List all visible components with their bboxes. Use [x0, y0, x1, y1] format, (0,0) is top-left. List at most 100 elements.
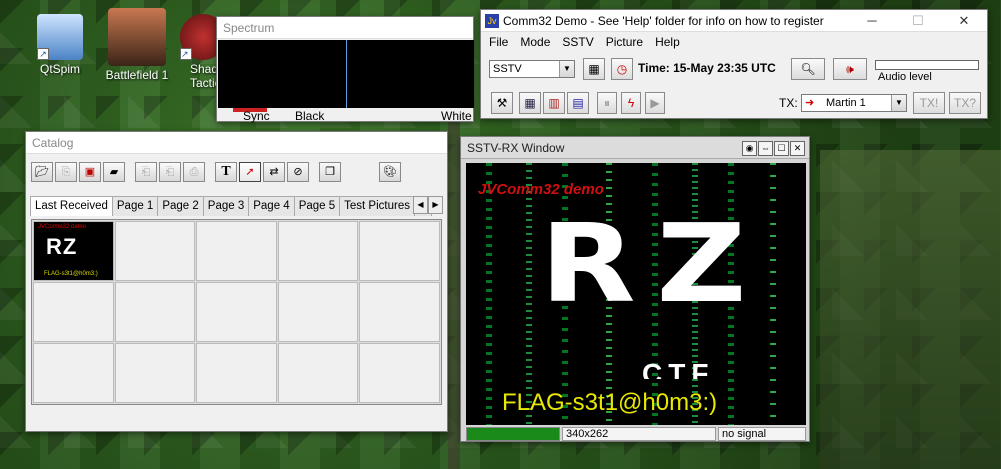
bars-icon: ▤ — [572, 96, 584, 110]
palette-button[interactable]: 🎨︎ — [379, 162, 401, 182]
main-title: Comm32 Demo - See 'Help' folder for info… — [503, 14, 824, 28]
lightning-icon: ϟ — [627, 96, 635, 110]
paste-icon: ⎗ — [141, 166, 151, 178]
tx-query-button[interactable]: TX? — [949, 92, 981, 114]
catalog-thumbnail[interactable]: JVComm32 demo RZ FLAG-s3t1@h0m3:) — [33, 221, 114, 281]
black-label: Black — [295, 109, 325, 123]
pause-button[interactable]: ⏸︎ — [597, 92, 617, 114]
menu-help[interactable]: Help — [649, 35, 686, 49]
print-button[interactable]: ⎙ — [183, 162, 205, 182]
text-tool-button[interactable]: T — [215, 162, 237, 182]
catalog-slot[interactable] — [196, 282, 277, 342]
close-icon[interactable]: ✕ — [790, 141, 805, 156]
tab-page-1[interactable]: Page 1 — [111, 196, 159, 216]
thumb-demo-text: JVComm32 demo — [38, 224, 87, 230]
tab-page-4[interactable]: Page 4 — [248, 196, 295, 216]
camera-icon: ▰ — [109, 166, 119, 178]
main-titlebar: Jv Comm32 Demo - See 'Help' folder for i… — [481, 10, 987, 32]
image-big-text: RZ — [540, 202, 768, 327]
sstv-window-controls: ◉ ⇔ ☐ ✕ — [741, 140, 805, 156]
catalog-slot[interactable] — [33, 343, 114, 403]
no-button[interactable]: ⊘ — [287, 162, 309, 182]
play-button[interactable]: ▶ — [645, 92, 665, 114]
magnifier-icon: 🔍︎ — [800, 62, 816, 76]
copy-button[interactable]: ⎘ — [55, 162, 77, 182]
catalog-grid: JVComm32 demo RZ FLAG-s3t1@h0m3:) — [31, 219, 442, 405]
signal-status: no signal — [718, 427, 806, 441]
paste-all-button[interactable]: ⎗ — [159, 162, 181, 182]
catalog-slot[interactable] — [114, 343, 196, 403]
pages-button[interactable]: ❐ — [319, 162, 341, 182]
waterfall-button[interactable]: ▤ — [567, 92, 589, 114]
tab-page-3[interactable]: Page 3 — [202, 196, 250, 216]
desktop-icon-label: Battlefield 1 — [105, 68, 169, 82]
utc-time: Time: 15-May 23:35 UTC — [638, 61, 776, 75]
menu-mode[interactable]: Mode — [514, 35, 556, 49]
catalog-slot[interactable] — [196, 221, 277, 281]
tx-mode-select[interactable]: ➜ Martin 1 ▼ — [801, 94, 907, 112]
demo-watermark: JVComm32 demo — [478, 181, 604, 198]
thumb-big-text: RZ — [46, 234, 78, 259]
play-icon: ▶ — [650, 96, 660, 110]
desktop-icon-qtspim[interactable]: ↗ QtSpim — [20, 10, 100, 76]
pause-icon: ⏸︎ — [603, 96, 610, 110]
maximize-icon[interactable]: ☐ — [774, 141, 789, 156]
paste-button[interactable]: ⎗ — [135, 162, 157, 182]
desktop-icon-label: QtSpim — [39, 62, 80, 76]
pages-icon: ❐ — [325, 166, 335, 178]
catalog-slot[interactable] — [277, 221, 359, 281]
camera-button[interactable]: ▰ — [103, 162, 125, 182]
audio-button[interactable]: 🕪︎ — [833, 58, 867, 80]
tab-page-5[interactable]: Page 5 — [293, 196, 341, 216]
catalog-slot[interactable] — [359, 282, 440, 342]
menubar: File Mode SSTV Picture Help — [481, 32, 987, 52]
scroll-left-button[interactable]: ◀ — [413, 196, 428, 214]
audio-level-meter — [875, 60, 979, 70]
catalog-slot[interactable] — [359, 221, 440, 281]
clock-button[interactable]: ◷ — [611, 58, 633, 80]
resize-icon[interactable]: ⇔ — [758, 141, 773, 156]
sync-button[interactable]: ϟ — [621, 92, 641, 114]
tab-last-received[interactable]: Last Received — [30, 196, 113, 216]
receive-progress-bar — [466, 427, 560, 441]
close-button[interactable]: ✕ — [941, 10, 987, 31]
mode-select-value: SSTV — [493, 63, 522, 75]
tab-test-pictures[interactable]: Test Pictures — [339, 196, 415, 216]
target-icon[interactable]: ◉ — [742, 141, 757, 156]
catalog-slot[interactable] — [277, 343, 359, 403]
picture-settings-button[interactable]: ▦ — [583, 58, 605, 80]
catalog-slot[interactable] — [33, 282, 114, 342]
sync-label: Sync — [243, 109, 270, 123]
delete-picture-button[interactable]: ▣ — [79, 162, 101, 182]
spectrum-peak-line — [346, 40, 347, 108]
catalog-slot[interactable] — [359, 343, 440, 403]
menu-sstv[interactable]: SSTV — [556, 35, 599, 49]
transfer-button[interactable]: ⇄ — [263, 162, 285, 182]
white-label: White — [441, 109, 472, 123]
paste-all-icon: ⎗ — [165, 166, 175, 178]
chart-button[interactable]: ▥ — [543, 92, 565, 114]
open-folder-button[interactable]: 📂︎ — [31, 162, 53, 182]
catalog-slot[interactable] — [277, 282, 359, 342]
grid-button[interactable]: ▦ — [519, 92, 541, 114]
spectrum-window[interactable]: Spectrum Sync Black White — [216, 16, 474, 123]
search-button[interactable]: 🔍︎ — [791, 58, 825, 80]
pointer-tool-button[interactable]: ➚ — [239, 162, 261, 182]
comm32-main-window[interactable]: Jv Comm32 Demo - See 'Help' folder for i… — [480, 9, 988, 119]
desktop-icon-battlefield[interactable]: Battlefield 1 — [97, 4, 177, 82]
mode-select[interactable]: SSTV ▼ — [489, 60, 575, 78]
catalog-slot[interactable] — [196, 343, 277, 403]
maximize-button[interactable]: ☐ — [895, 10, 941, 31]
catalog-window[interactable]: Catalog 📂︎ ⎘ ▣ ▰ ⎗ ⎗ ⎙ T ➚ ⇄ ⊘ ❐ 🎨︎ Last Received Pag… — [25, 131, 448, 432]
minimize-button[interactable]: ─ — [849, 10, 895, 31]
receive-settings-button[interactable]: ⚒ — [491, 92, 513, 114]
tx-button[interactable]: TX! — [913, 92, 945, 114]
menu-picture[interactable]: Picture — [600, 35, 649, 49]
catalog-slot[interactable] — [114, 282, 196, 342]
scroll-right-button[interactable]: ▶ — [428, 196, 443, 214]
menu-file[interactable]: File — [483, 35, 514, 49]
sstv-rx-window[interactable]: SSTV-RX Window ◉ ⇔ ☐ ✕ JVComm32 demo RZ CTF… — [460, 136, 810, 442]
tx-label: TX: — [779, 96, 798, 110]
catalog-slot[interactable] — [114, 221, 196, 281]
tab-page-2[interactable]: Page 2 — [157, 196, 204, 216]
